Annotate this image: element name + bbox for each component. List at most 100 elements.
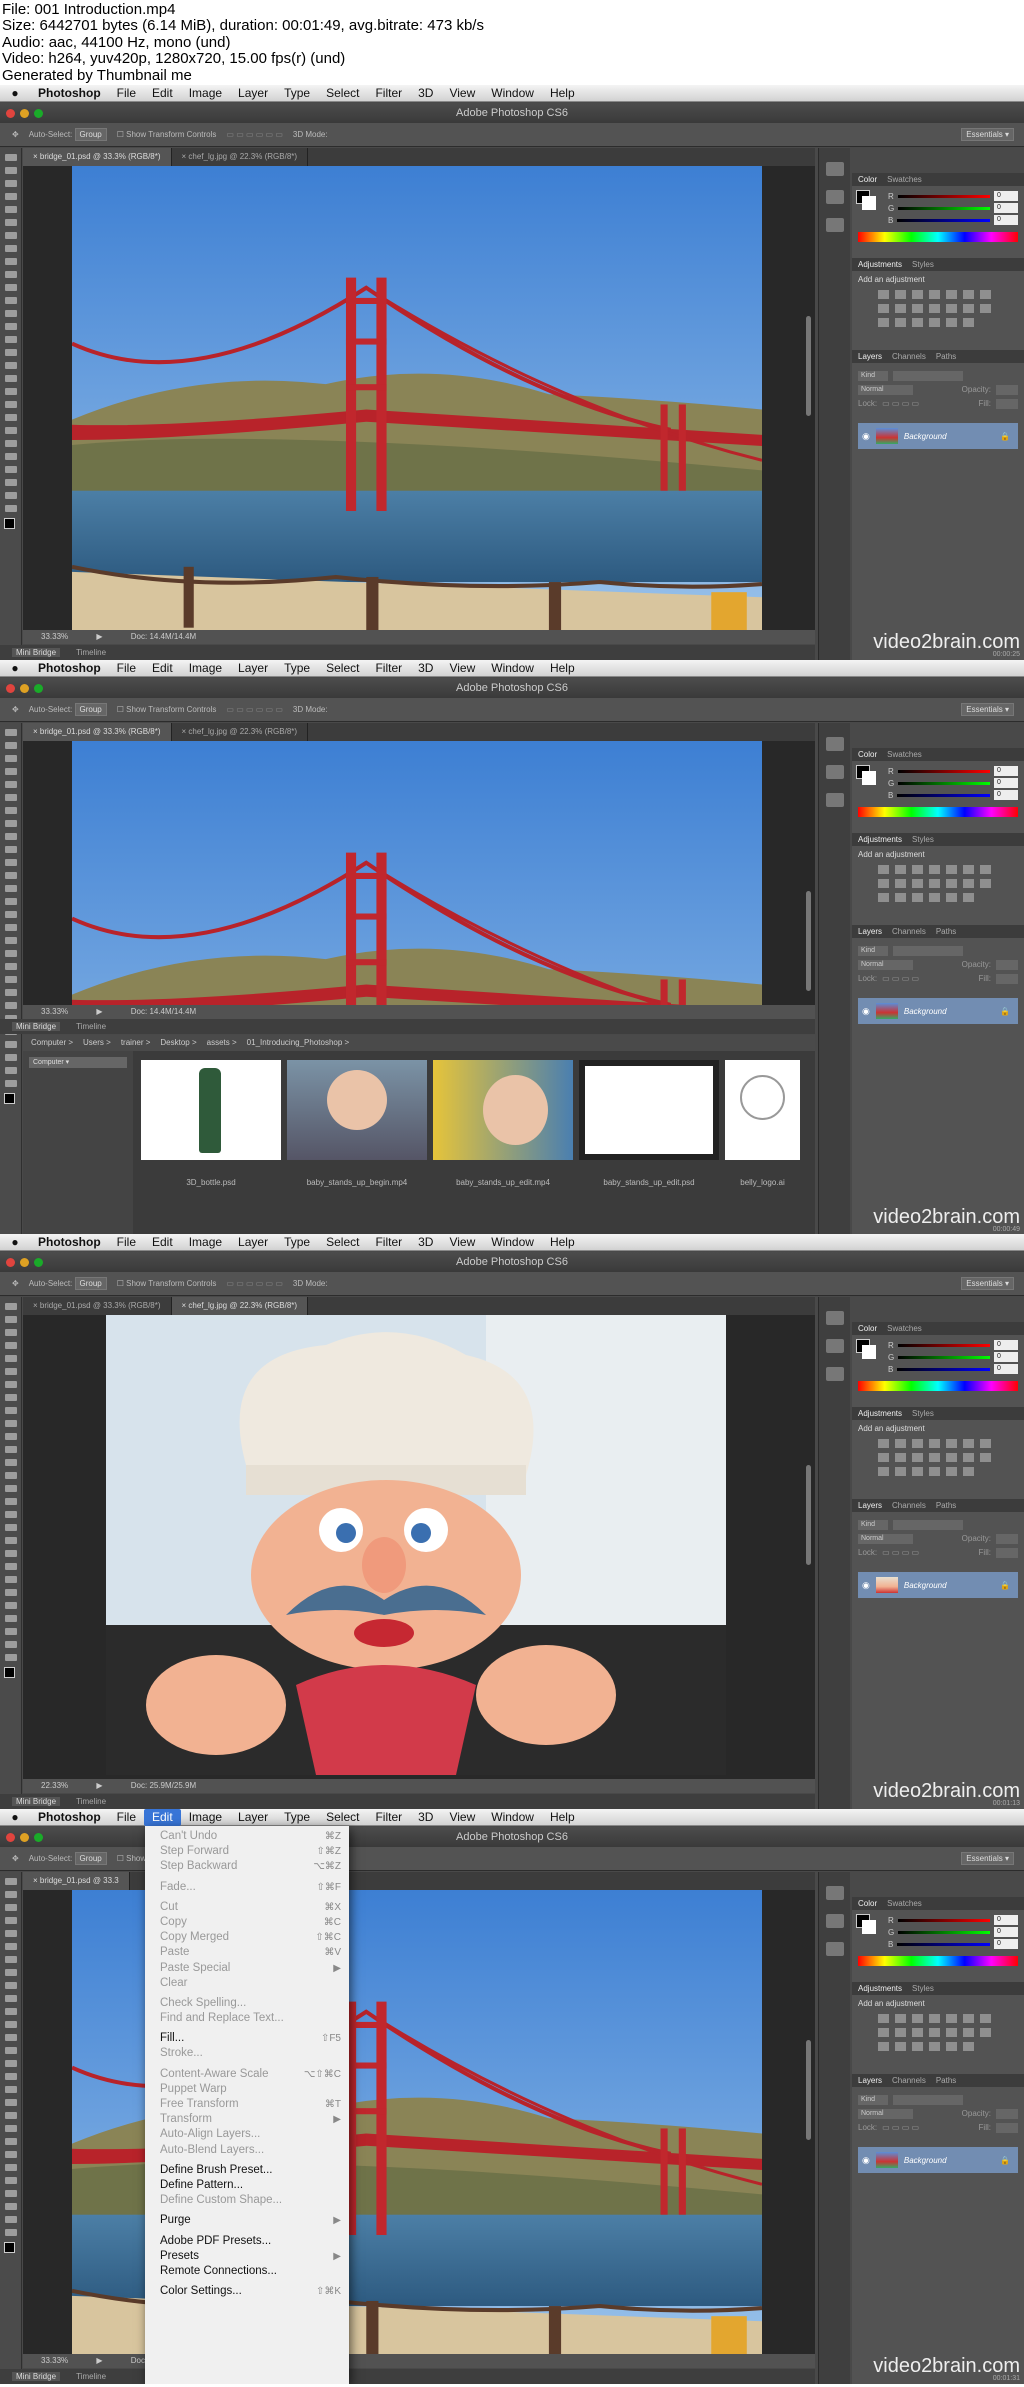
document-tab[interactable]: × bridge_01.psd @ 33.3% (RGB/8*) — [23, 723, 172, 741]
tool-icon[interactable] — [5, 1368, 17, 1375]
menu-view[interactable]: View — [441, 1809, 483, 1826]
tab-layers[interactable]: Layers — [858, 1499, 882, 1512]
menu-image[interactable]: Image — [181, 85, 230, 102]
tool-icon[interactable] — [5, 427, 17, 434]
tool-icon[interactable] — [5, 1329, 17, 1336]
tool-icon[interactable] — [5, 2021, 17, 2028]
tool-icon[interactable] — [5, 1589, 17, 1596]
tool-icon[interactable] — [5, 1904, 17, 1911]
tab-timeline[interactable]: Timeline — [76, 1797, 106, 1806]
layer-row[interactable]: ◉ Background 🔒 — [858, 998, 1018, 1024]
tool-icon[interactable] — [5, 1956, 17, 1963]
tool-icon[interactable] — [5, 2060, 17, 2067]
tool-icon[interactable] — [5, 284, 17, 291]
tool-icon[interactable] — [5, 1459, 17, 1466]
vertical-scrollbar[interactable] — [806, 316, 811, 416]
tool-icon[interactable] — [5, 1511, 17, 1518]
show-transform-checkbox[interactable]: ☐ Show Transform Controls — [117, 1279, 217, 1288]
tool-icon[interactable] — [5, 950, 17, 957]
tab-swatches[interactable]: Swatches — [887, 748, 922, 761]
menu-image[interactable]: Image — [181, 660, 230, 677]
red-slider[interactable] — [897, 1918, 990, 1922]
tool-icon[interactable] — [5, 729, 17, 736]
tool-icon[interactable] — [5, 898, 17, 905]
auto-select-label[interactable]: Auto-Select: — [29, 1854, 73, 1863]
character-icon[interactable] — [826, 793, 844, 807]
foreground-color-swatch[interactable] — [4, 1093, 15, 1104]
tool-icon[interactable] — [5, 989, 17, 996]
menu-image[interactable]: Image — [181, 1234, 230, 1251]
menu-window[interactable]: Window — [483, 660, 542, 677]
tool-icon[interactable] — [5, 2073, 17, 2080]
tool-icon[interactable] — [5, 245, 17, 252]
apple-icon[interactable]: ● — [0, 86, 30, 100]
tool-icon[interactable] — [5, 1381, 17, 1388]
tool-icon[interactable] — [5, 1041, 17, 1048]
tool-icon[interactable] — [5, 349, 17, 356]
menu-select[interactable]: Select — [318, 660, 367, 677]
blue-value-input[interactable]: 0 — [994, 1939, 1018, 1949]
character-icon[interactable] — [826, 1942, 844, 1956]
tool-icon[interactable] — [5, 1433, 17, 1440]
canvas-area[interactable] — [23, 1315, 815, 1779]
menu-type[interactable]: Type — [276, 660, 318, 677]
zoom-level[interactable]: 33.33% — [41, 1007, 68, 1016]
menu-file[interactable]: File — [109, 85, 144, 102]
menu-window[interactable]: Window — [483, 85, 542, 102]
auto-select-label[interactable]: Auto-Select: — [29, 130, 73, 139]
auto-select-dropdown[interactable]: Group — [74, 1852, 107, 1865]
tool-icon[interactable] — [5, 1446, 17, 1453]
show-transform-checkbox[interactable]: ☐ Show Transform Controls — [117, 705, 217, 714]
path-crumb[interactable]: 01_Introducing_Photoshop > — [247, 1038, 350, 1047]
menu-image[interactable]: Image — [181, 1809, 230, 1826]
tool-icon[interactable] — [5, 1917, 17, 1924]
blue-slider[interactable] — [897, 1942, 990, 1946]
tool-icon[interactable] — [5, 297, 17, 304]
workspace-dropdown[interactable]: Essentials ▾ — [961, 1852, 1014, 1865]
document-tab[interactable]: × bridge_01.psd @ 33.3% (RGB/8*) — [23, 1297, 172, 1315]
eye-icon[interactable]: ◉ — [862, 431, 870, 442]
menu-select[interactable]: Select — [318, 1234, 367, 1251]
tool-icon[interactable] — [5, 1067, 17, 1074]
menu-help[interactable]: Help — [542, 660, 583, 677]
tool-icon[interactable] — [5, 976, 17, 983]
tab-adjustments[interactable]: Adjustments — [858, 258, 902, 271]
tool-icon[interactable] — [5, 2099, 17, 2106]
workspace-dropdown[interactable]: Essentials ▾ — [961, 703, 1014, 716]
tool-icon[interactable] — [5, 2177, 17, 2184]
tool-icon[interactable] — [5, 755, 17, 762]
red-value-input[interactable]: 0 — [994, 191, 1018, 201]
blue-slider[interactable] — [897, 1367, 990, 1371]
tab-color[interactable]: Color — [858, 1897, 877, 1910]
tool-icon[interactable] — [5, 193, 17, 200]
red-value-input[interactable]: 0 — [994, 1915, 1018, 1925]
blend-mode-dropdown[interactable]: Normal — [858, 1534, 913, 1544]
menu-3d[interactable]: 3D — [410, 660, 441, 677]
tab-channels[interactable]: Channels — [892, 925, 926, 938]
auto-select-label[interactable]: Auto-Select: — [29, 1279, 73, 1288]
blend-mode-dropdown[interactable]: Normal — [858, 385, 913, 395]
canvas-area[interactable] — [23, 741, 815, 1011]
tab-styles[interactable]: Styles — [912, 833, 934, 846]
status-arrow-icon[interactable]: ▶ — [96, 2356, 102, 2365]
tool-icon[interactable] — [5, 2086, 17, 2093]
menu-select[interactable]: Select — [318, 1809, 367, 1826]
tool-icon[interactable] — [5, 1342, 17, 1349]
menu-help[interactable]: Help — [542, 1809, 583, 1826]
file-thumbnail[interactable] — [433, 1060, 573, 1160]
lock-icons[interactable]: ▭ ▭ ▭ ▭ — [882, 399, 919, 409]
tab-timeline[interactable]: Timeline — [76, 1022, 106, 1031]
lock-icons[interactable]: ▭ ▭ ▭ ▭ — [882, 2123, 919, 2133]
tool-icon[interactable] — [5, 1982, 17, 1989]
path-crumb[interactable]: Computer > — [31, 1038, 73, 1047]
path-crumb[interactable]: trainer > — [121, 1038, 151, 1047]
tool-icon[interactable] — [5, 271, 17, 278]
adjustment-icons[interactable] — [858, 1433, 1018, 1478]
foreground-color-swatch[interactable] — [4, 2242, 15, 2253]
menu-edit[interactable]: Edit — [144, 85, 181, 102]
tool-icon[interactable] — [5, 1002, 17, 1009]
blue-value-input[interactable]: 0 — [994, 790, 1018, 800]
character-icon[interactable] — [826, 218, 844, 232]
tab-mini-bridge[interactable]: Mini Bridge — [12, 1797, 61, 1806]
tab-layers[interactable]: Layers — [858, 350, 882, 363]
